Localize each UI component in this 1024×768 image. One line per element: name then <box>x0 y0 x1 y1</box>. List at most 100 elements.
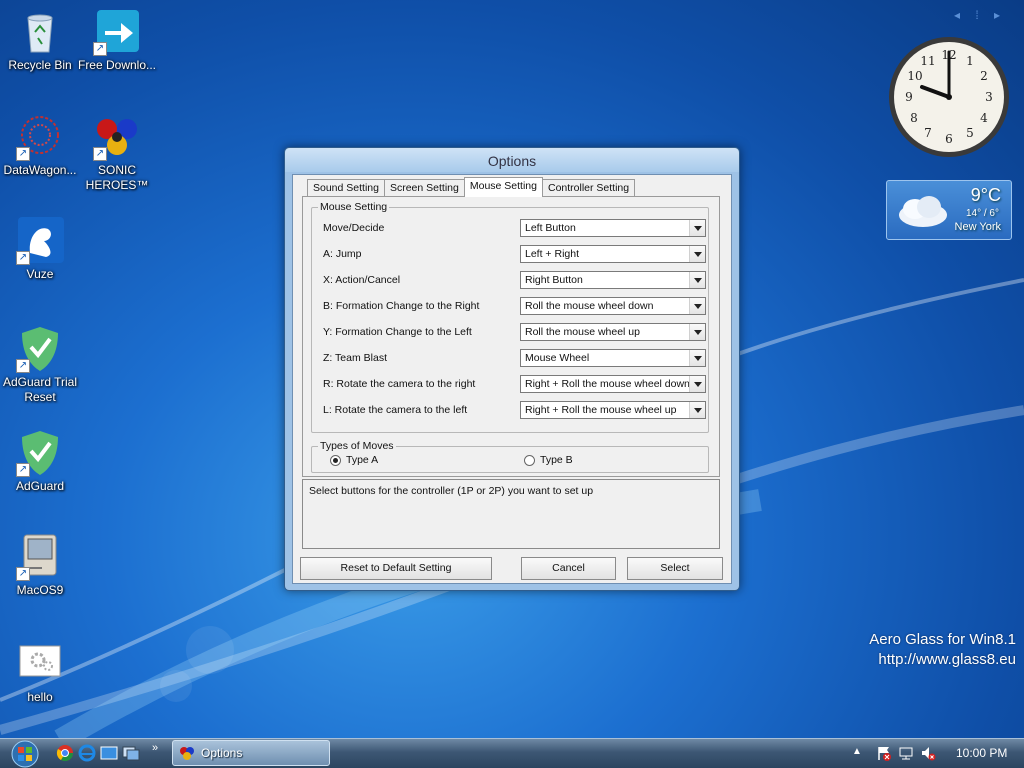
gadget-navigation[interactable]: ◂ ⁞ ▸ <box>954 8 1006 22</box>
chevron-down-icon[interactable] <box>689 350 705 366</box>
types-of-moves-label: Types of Moves <box>320 440 394 452</box>
desktop-icon-label: DataWagon... <box>3 163 77 177</box>
radio-label: Type A <box>346 454 379 466</box>
dialog-title[interactable]: Options <box>285 148 739 172</box>
setting-row-team-blast: Z: Team Blast Mouse Wheel <box>323 349 707 367</box>
desktop-icon-label: MacOS9 <box>16 583 64 597</box>
chrome-icon[interactable] <box>56 744 74 762</box>
shortcut-arrow-icon: ↗ <box>16 251 30 265</box>
setting-row-camera-left: L: Rotate the camera to the left Right +… <box>323 401 707 419</box>
setting-dropdown-formation-left[interactable]: Roll the mouse wheel up <box>520 323 706 341</box>
shortcut-arrow-icon: ↗ <box>16 567 30 581</box>
volume-muted-icon[interactable] <box>920 745 936 761</box>
setting-label: B: Formation Change to the Right <box>323 300 480 312</box>
setting-dropdown-team-blast[interactable]: Mouse Wheel <box>520 349 706 367</box>
desktop-icon-sonic-heroes[interactable]: ↗ SONIC HEROES™ <box>77 113 157 193</box>
clock-face-icon: 1212 345 678 91011 <box>889 37 1009 157</box>
adguard-shield-icon: ↗ <box>16 325 64 373</box>
setting-dropdown-formation-right[interactable]: Roll the mouse wheel down <box>520 297 706 315</box>
chevron-down-icon[interactable] <box>689 272 705 288</box>
dialog-client: Sound Setting Screen Setting Mouse Setti… <box>292 174 732 584</box>
svg-text:11: 11 <box>920 54 935 68</box>
windows-orb-icon <box>11 740 39 768</box>
chevron-down-icon[interactable] <box>689 324 705 340</box>
tray-clock[interactable]: 10:00 PM <box>956 746 1007 760</box>
switch-windows-icon[interactable] <box>122 744 140 762</box>
watermark-line-2: http://www.glass8.eu <box>878 651 1016 668</box>
desktop-icon-label: SONIC HEROES™ <box>85 163 149 192</box>
radio-type-a[interactable]: Type A <box>330 454 378 466</box>
dropdown-value: Roll the mouse wheel down <box>525 300 654 312</box>
taskbar-button-label: Options <box>201 746 243 760</box>
setting-row-formation-left: Y: Formation Change to the Left Roll the… <box>323 323 707 341</box>
setting-dropdown-camera-left[interactable]: Right + Roll the mouse wheel up <box>520 401 706 419</box>
setting-dropdown-jump[interactable]: Left + Right <box>520 245 706 263</box>
reset-default-button[interactable]: Reset to Default Setting <box>300 557 492 580</box>
chevron-down-icon[interactable] <box>689 298 705 314</box>
svg-text:6: 6 <box>945 132 953 146</box>
desktop-icon-datawagon[interactable]: ↗ DataWagon... <box>0 113 80 178</box>
svg-text:5: 5 <box>966 126 974 140</box>
tab-strip: Sound Setting Screen Setting Mouse Setti… <box>307 177 636 197</box>
radio-label: Type B <box>540 454 573 466</box>
tray-show-hidden-icons[interactable]: ▲ <box>852 746 862 757</box>
internet-explorer-icon[interactable] <box>78 744 96 762</box>
aero-glass-watermark: Aero Glass for Win8.1 http://www.glass8.… <box>869 630 1016 670</box>
weather-gadget[interactable]: 9°C 14° / 6° New York <box>886 180 1012 240</box>
setting-dropdown-camera-right[interactable]: Right + Roll the mouse wheel down <box>520 375 706 393</box>
vuze-frog-icon: ↗ <box>16 217 64 265</box>
desktop-icon-recycle-bin[interactable]: Recycle Bin <box>0 8 80 73</box>
mouse-setting-panel: Mouse Setting Move/Decide Left Button A:… <box>302 196 720 477</box>
adguard-shield-icon: ↗ <box>16 429 64 477</box>
desktop-icon-hello[interactable]: hello <box>0 640 80 705</box>
svg-text:8: 8 <box>910 111 918 125</box>
setting-row-action-cancel: X: Action/Cancel Right Button <box>323 271 707 289</box>
quick-launch-overflow[interactable]: » <box>152 742 158 754</box>
settings-window-icon <box>16 640 64 688</box>
taskbar-button-options[interactable]: Options <box>172 740 330 766</box>
desktop-icon-adguard-trial-reset[interactable]: ↗ AdGuard Trial Reset <box>0 325 80 405</box>
clock-gadget[interactable]: 1212 345 678 91011 <box>886 34 1012 160</box>
desktop-icon-label: Recycle Bin <box>8 58 72 72</box>
chevron-down-icon[interactable] <box>689 220 705 236</box>
start-button[interactable] <box>6 740 44 768</box>
setting-label: X: Action/Cancel <box>323 274 401 286</box>
setting-label: Z: Team Blast <box>323 352 387 364</box>
tab-screen-setting[interactable]: Screen Setting <box>383 179 465 197</box>
radio-unselected-icon[interactable] <box>524 454 535 466</box>
desktop-icon-macos9[interactable]: ↗ MacOS9 <box>0 533 80 598</box>
setting-label: Move/Decide <box>323 222 385 234</box>
shortcut-arrow-icon: ↗ <box>16 359 30 373</box>
chevron-down-icon[interactable] <box>689 246 705 262</box>
setting-dropdown-move-decide[interactable]: Left Button <box>520 219 706 237</box>
types-of-moves-group: Types of Moves Type A Type B <box>311 440 709 473</box>
svg-text:1: 1 <box>966 54 974 68</box>
tab-sound-setting[interactable]: Sound Setting <box>307 179 385 197</box>
radio-selected-icon[interactable] <box>330 454 341 466</box>
desktop-icon-free-download[interactable]: ↗ Free Downlo... <box>77 8 157 73</box>
setting-label: L: Rotate the camera to the left <box>323 404 468 416</box>
dropdown-value: Left Button <box>525 222 576 234</box>
tab-mouse-setting[interactable]: Mouse Setting <box>463 177 543 197</box>
radio-type-b[interactable]: Type B <box>524 454 573 466</box>
setting-label: R: Rotate the camera to the right <box>323 378 476 390</box>
tab-controller-setting[interactable]: Controller Setting <box>541 179 636 197</box>
desktop-icon-vuze[interactable]: ↗ Vuze <box>0 217 80 282</box>
show-desktop-icon[interactable] <box>100 744 118 762</box>
svg-text:2: 2 <box>980 69 988 83</box>
watermark-line-1: Aero Glass for Win8.1 <box>869 631 1016 648</box>
network-icon[interactable] <box>898 745 914 761</box>
select-button[interactable]: Select <box>627 557 723 580</box>
desktop-icon-adguard[interactable]: ↗ AdGuard <box>0 429 80 494</box>
action-center-flag-icon[interactable] <box>876 745 892 761</box>
chevron-down-icon[interactable] <box>689 376 705 392</box>
svg-text:3: 3 <box>985 90 993 104</box>
sonic-heroes-icon <box>180 747 194 760</box>
desktop-icon-label: hello <box>27 690 53 704</box>
description-box: Select buttons for the controller (1P or… <box>302 479 720 549</box>
shortcut-arrow-icon: ↗ <box>16 463 30 477</box>
setting-dropdown-action-cancel[interactable]: Right Button <box>520 271 706 289</box>
cancel-button[interactable]: Cancel <box>521 557 616 580</box>
datawagon-icon: ↗ <box>16 113 64 161</box>
chevron-down-icon[interactable] <box>689 402 705 418</box>
